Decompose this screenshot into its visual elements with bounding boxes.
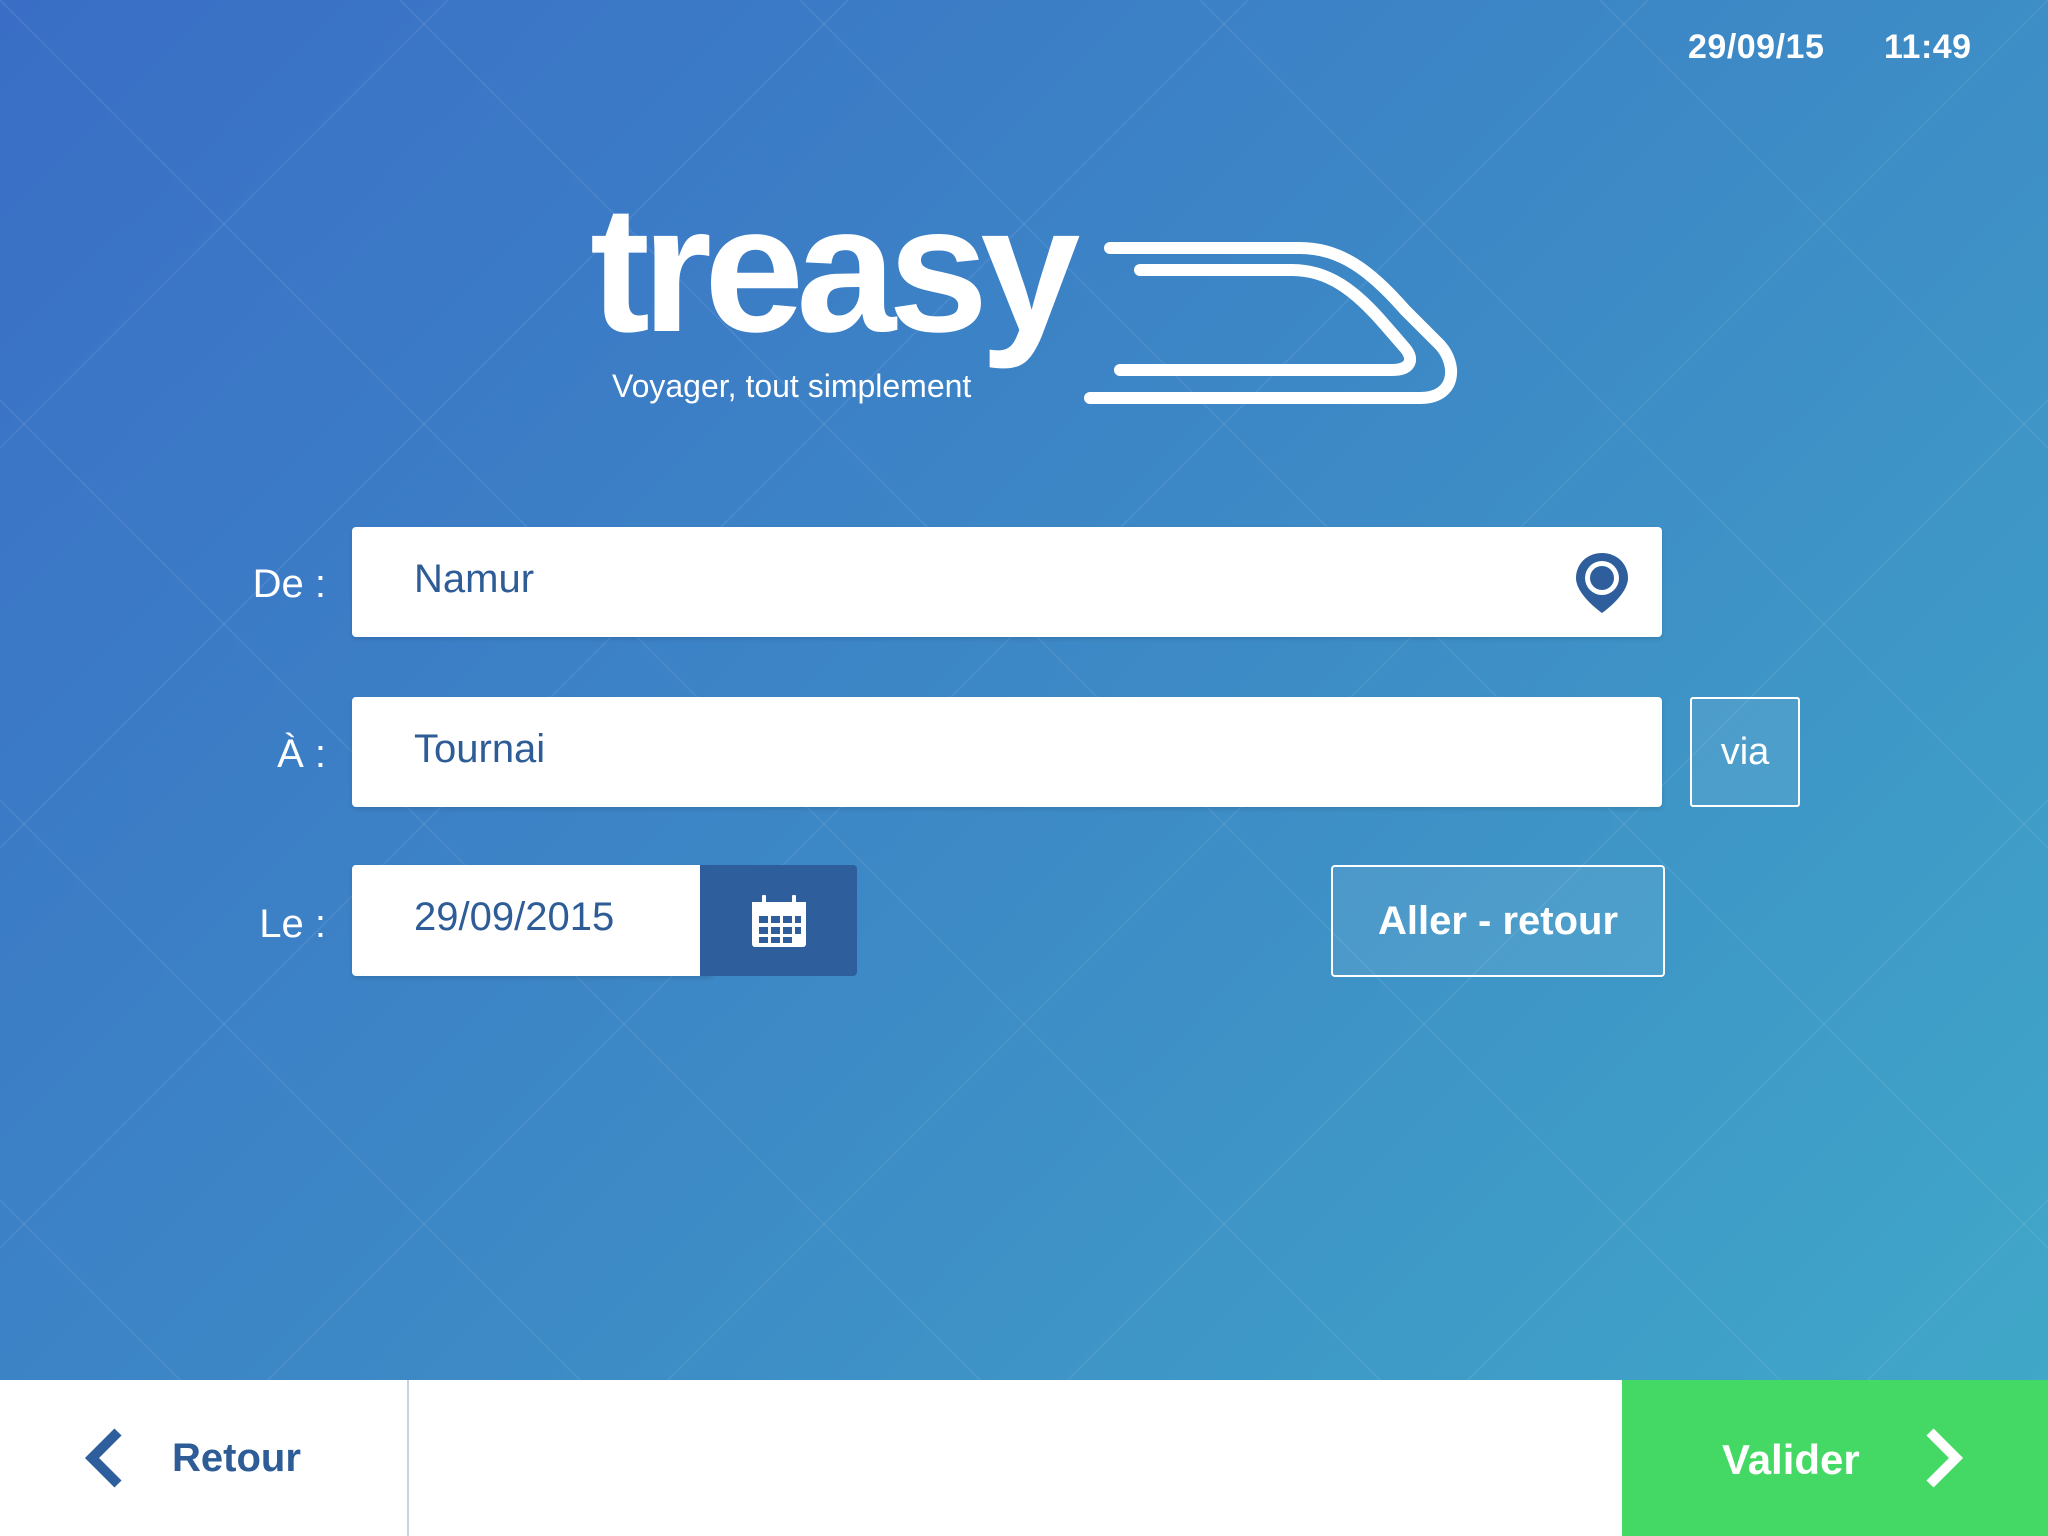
chevron-right-icon xyxy=(1926,1428,1964,1488)
app-logo: treasy Voyager, tout simplement xyxy=(590,169,1470,430)
confirm-label: Valider xyxy=(1722,1436,1860,1483)
to-field[interactable]: Tournai xyxy=(352,697,1662,807)
logo-tagline: Voyager, tout simplement xyxy=(612,368,972,404)
bottom-bar: Retour Valider xyxy=(0,1380,2048,1536)
search-screen: 29/09/15 11:49 treasy Voyager, tout simp… xyxy=(0,0,2048,1536)
status-time: 11:49 xyxy=(1884,28,1972,66)
roundtrip-button[interactable]: Aller - retour xyxy=(1331,865,1665,977)
chevron-left-icon xyxy=(84,1428,122,1488)
date-label: Le : xyxy=(259,902,326,946)
back-label: Retour xyxy=(172,1436,301,1480)
to-value: Tournai xyxy=(414,727,546,771)
from-field[interactable]: Namur xyxy=(352,527,1662,637)
to-label: À : xyxy=(277,732,326,776)
calendar-button[interactable] xyxy=(700,865,857,976)
train-icon xyxy=(1084,242,1458,404)
status-date: 29/09/15 xyxy=(1688,28,1825,66)
logo-wordmark: treasy xyxy=(590,169,1080,370)
from-value: Namur xyxy=(414,557,535,601)
date-value: 29/09/2015 xyxy=(414,895,615,939)
confirm-button[interactable]: Valider xyxy=(1622,1380,2048,1536)
via-button[interactable]: via xyxy=(1690,697,1800,807)
calendar-icon xyxy=(751,892,806,947)
from-label: De : xyxy=(252,562,326,606)
location-pin-icon[interactable] xyxy=(1574,551,1630,615)
back-button[interactable]: Retour xyxy=(0,1380,409,1536)
date-field[interactable]: 29/09/2015 xyxy=(352,865,712,976)
